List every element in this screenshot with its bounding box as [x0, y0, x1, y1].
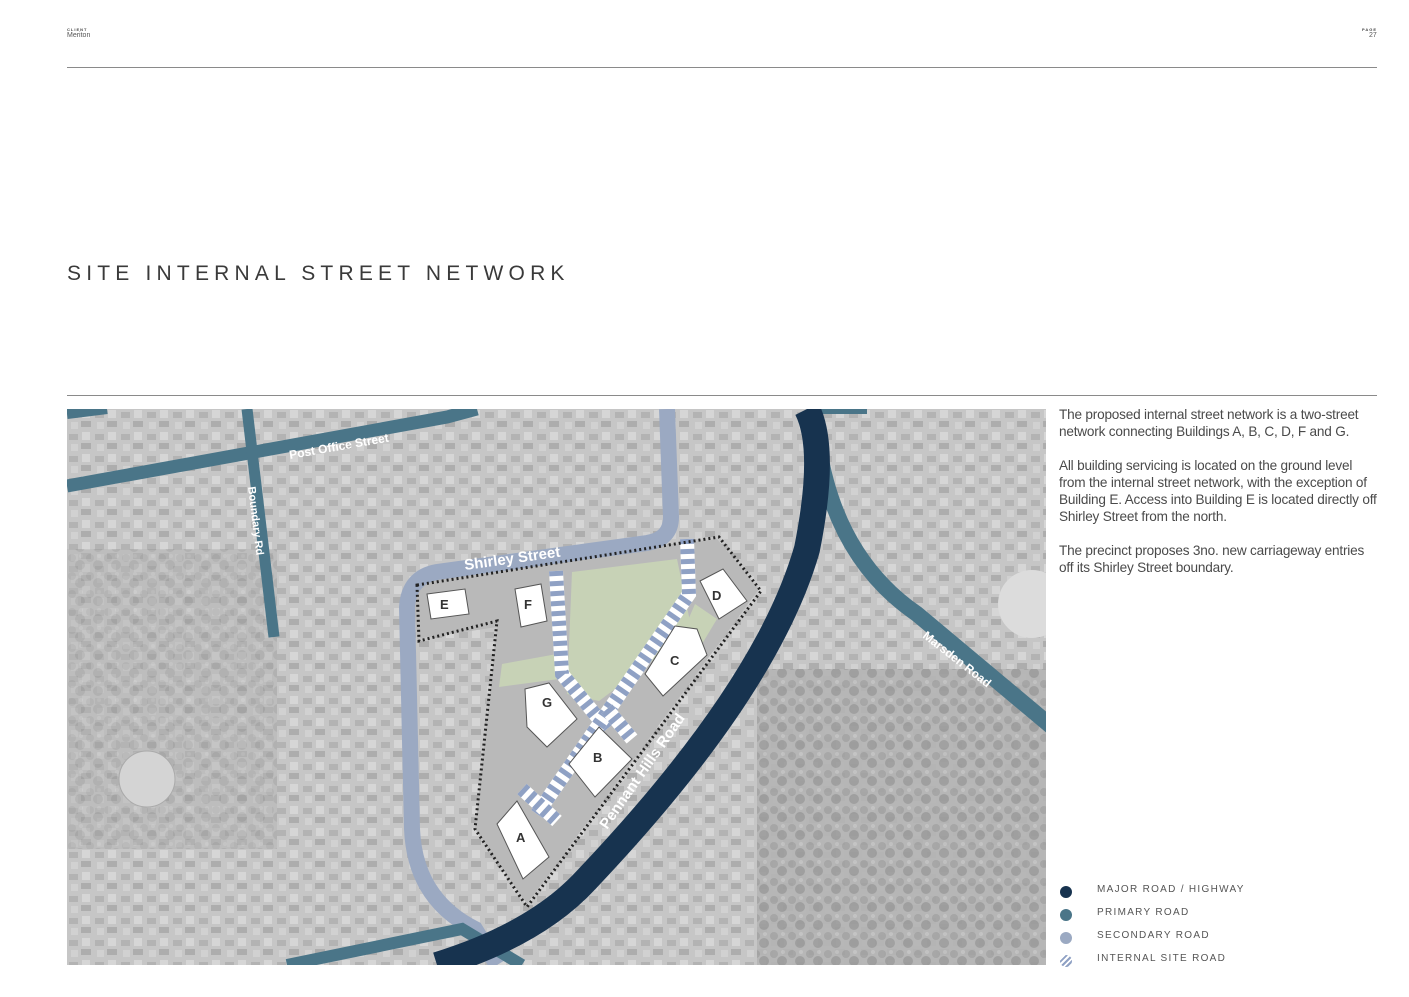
building-label-c: C [670, 653, 680, 668]
page-number: 27 [1369, 32, 1377, 39]
tree-canopy-area [757, 669, 1046, 965]
site-map-svg: E F D C G B A Post Office Street Boundar… [67, 409, 1046, 965]
building-label-d: D [712, 588, 721, 603]
legend-label: MAJOR ROAD / HIGHWAY [1097, 884, 1245, 895]
stadium [118, 750, 176, 808]
legend-label: PRIMARY ROAD [1097, 907, 1190, 918]
page-title: SITE INTERNAL STREET NETWORK [67, 262, 570, 285]
building-label-e: E [440, 597, 449, 612]
building-label-a: A [516, 830, 526, 845]
internal-road-swatch-icon [1060, 955, 1072, 967]
primary-road-swatch-icon [1060, 909, 1072, 921]
primary-road-segment [67, 409, 108, 419]
legend-item-internal-road: INTERNAL SITE ROAD [1060, 951, 1360, 974]
section-divider [67, 395, 1377, 396]
description: The proposed internal street network is … [1059, 406, 1381, 593]
map-legend: MAJOR ROAD / HIGHWAY PRIMARY ROAD SECOND… [1060, 882, 1360, 974]
tree-canopy-area [67, 549, 277, 849]
secondary-road-swatch-icon [1060, 932, 1072, 944]
top-divider [67, 67, 1377, 68]
client-value: Meriton [67, 32, 91, 39]
legend-label: SECONDARY ROAD [1097, 930, 1210, 941]
legend-item-secondary-road: SECONDARY ROAD [1060, 928, 1360, 951]
building-label-b: B [593, 750, 602, 765]
site-map: E F D C G B A Post Office Street Boundar… [67, 409, 1046, 965]
building-label-g: G [542, 695, 552, 710]
legend-label: INTERNAL SITE ROAD [1097, 953, 1227, 964]
building-label-f: F [524, 597, 532, 612]
legend-item-primary-road: PRIMARY ROAD [1060, 905, 1360, 928]
description-paragraph: The proposed internal street network is … [1059, 407, 1359, 439]
legend-item-major-road: MAJOR ROAD / HIGHWAY [1060, 882, 1360, 905]
major-road-swatch-icon [1060, 886, 1072, 898]
description-paragraph: The precinct proposes 3no. new carriagew… [1059, 543, 1365, 575]
description-paragraph: All building servicing is located on the… [1059, 458, 1377, 524]
